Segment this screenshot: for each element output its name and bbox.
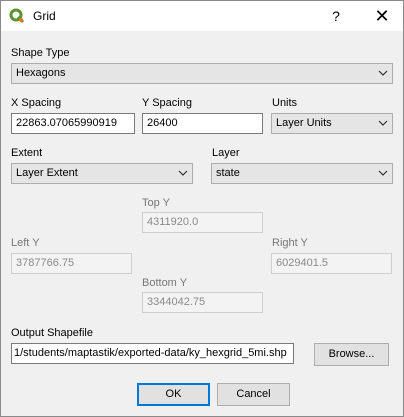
top-y-input: 4311920.0 xyxy=(142,212,263,233)
units-label: Units xyxy=(272,97,298,109)
extent-label: Extent xyxy=(11,147,43,159)
y-spacing-input[interactable]: 26400 xyxy=(142,113,263,134)
x-spacing-label: X Spacing xyxy=(11,97,62,109)
chevron-down-icon xyxy=(378,120,388,126)
bottom-y-input: 3344042.75 xyxy=(142,292,263,313)
left-y-input: 3787766.75 xyxy=(11,253,132,274)
close-button[interactable]: ✕ xyxy=(363,1,401,31)
window-title: Grid xyxy=(33,9,56,23)
help-button[interactable]: ? xyxy=(319,1,353,31)
chevron-down-icon xyxy=(178,170,188,176)
bottom-y-label: Bottom Y xyxy=(142,277,188,289)
units-value: Layer Units xyxy=(276,117,332,129)
right-y-input: 6029401.5 xyxy=(271,253,392,274)
chevron-down-icon xyxy=(378,170,388,176)
layer-value: state xyxy=(216,167,240,179)
extent-value: Layer Extent xyxy=(16,167,78,179)
output-shapefile-input[interactable]: 1/students/maptastik/exported-data/ky_he… xyxy=(11,343,294,364)
shape-type-label: Shape Type xyxy=(11,47,70,59)
y-spacing-label: Y Spacing xyxy=(142,97,192,109)
x-spacing-input[interactable]: 22863.07065990919 xyxy=(11,113,135,134)
ok-button[interactable]: OK xyxy=(137,383,210,406)
browse-button[interactable]: Browse... xyxy=(314,343,389,366)
shape-type-value: Hexagons xyxy=(16,67,66,79)
layer-select[interactable]: state xyxy=(211,163,393,184)
top-y-label: Top Y xyxy=(142,197,170,209)
right-y-label: Right Y xyxy=(272,237,308,249)
cancel-button[interactable]: Cancel xyxy=(217,383,290,406)
output-shapefile-label: Output Shapefile xyxy=(11,327,93,339)
shape-type-select[interactable]: Hexagons xyxy=(11,63,393,84)
left-y-label: Left Y xyxy=(11,237,40,249)
qgis-logo-icon xyxy=(9,8,25,24)
layer-label: Layer xyxy=(212,147,240,159)
grid-dialog: Grid ? ✕ Shape Type Hexagons X Spacing 2… xyxy=(0,0,404,417)
extent-select[interactable]: Layer Extent xyxy=(11,163,193,184)
units-select[interactable]: Layer Units xyxy=(271,113,393,134)
title-bar: Grid ? ✕ xyxy=(1,1,403,31)
chevron-down-icon xyxy=(378,70,388,76)
